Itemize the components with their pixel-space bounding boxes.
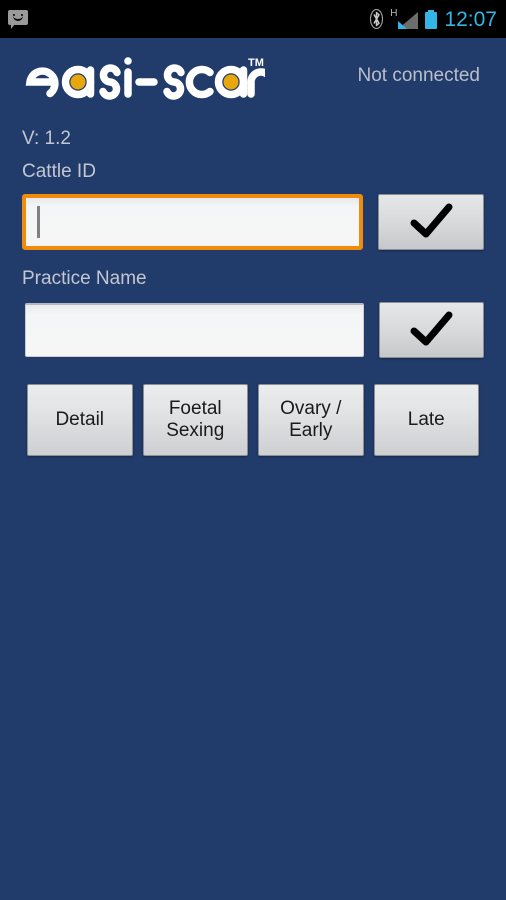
cattle-id-row: [22, 194, 484, 250]
app-header: TM Not connected: [0, 38, 506, 110]
signal-bars-icon: H: [390, 8, 419, 29]
practice-name-row: [22, 302, 484, 358]
cattle-id-confirm-button[interactable]: [378, 194, 484, 250]
easi-scan-logo: TM: [20, 54, 265, 108]
practice-name-label: Practice Name: [22, 268, 147, 289]
version-label: V: 1.2: [22, 128, 71, 149]
cattle-id-label: Cattle ID: [22, 161, 96, 182]
connection-status-label: Not connected: [357, 65, 480, 86]
cattle-id-input[interactable]: [22, 194, 363, 250]
sms-message-icon: [8, 10, 28, 29]
practice-name-confirm-button[interactable]: [378, 302, 484, 358]
status-bar-clock: 12:07: [444, 7, 497, 31]
late-button[interactable]: Late: [373, 384, 479, 456]
mode-buttons: Detail Foetal Sexing Ovary / Early Late: [27, 384, 479, 456]
app-screen: H 12:07 TM Not connected V: 1.2 Cattle I…: [0, 0, 506, 900]
status-bar-notifications: [0, 10, 28, 29]
text-caret: [37, 206, 40, 238]
svg-text:TM: TM: [248, 57, 264, 69]
foetal-sexing-button[interactable]: Foetal Sexing: [142, 384, 248, 456]
network-type-label: H: [390, 8, 398, 19]
detail-button[interactable]: Detail: [27, 384, 133, 456]
bluetooth-icon: [370, 9, 384, 29]
ovary-early-button[interactable]: Ovary / Early: [258, 384, 364, 456]
status-bar-system-icons: H 12:07: [370, 9, 506, 30]
checkmark-icon: [410, 311, 453, 346]
practice-name-input[interactable]: [25, 303, 364, 357]
android-status-bar: H 12:07: [0, 0, 506, 38]
battery-full-icon: [425, 9, 438, 29]
checkmark-icon: [410, 203, 453, 238]
